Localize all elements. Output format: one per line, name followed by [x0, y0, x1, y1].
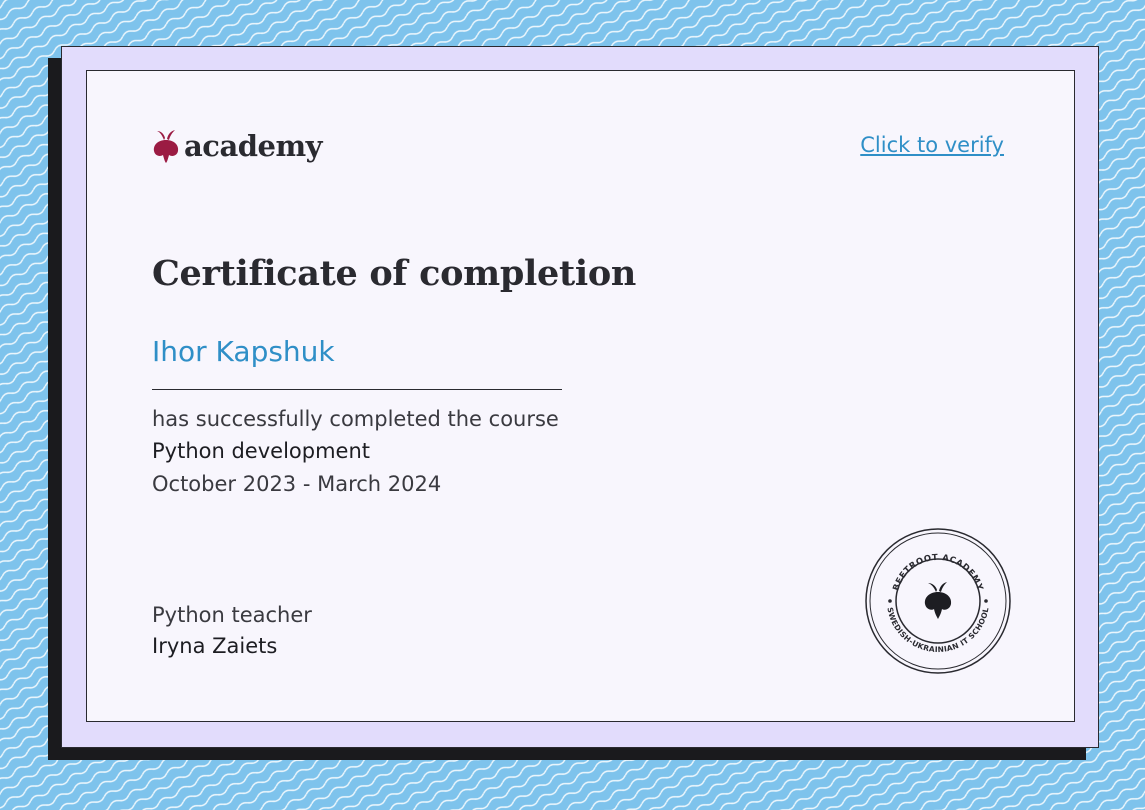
course-dates: October 2023 - March 2024 [152, 472, 442, 496]
academy-seal: BEETROOT ACADEMY SWEDISH-UKRAINIAN IT SC… [865, 528, 1011, 674]
seal-beetroot-icon [924, 582, 952, 619]
certificate-title: Certificate of completion [152, 253, 637, 294]
teacher-role: Python teacher [152, 603, 312, 627]
recipient-name: Ihor Kapshuk [152, 335, 335, 368]
certificate-frame: academy Click to verify Certificate of c… [61, 46, 1099, 748]
course-name: Python development [152, 439, 370, 463]
academy-logo: academy [152, 129, 323, 163]
completion-text: has successfully completed the course [152, 407, 559, 431]
beetroot-icon [153, 130, 179, 163]
certificate-body: academy Click to verify Certificate of c… [86, 70, 1075, 722]
teacher-name: Iryna Zaiets [152, 634, 278, 658]
logo-text: academy [184, 129, 323, 163]
verify-link[interactable]: Click to verify [860, 133, 1004, 157]
seal-top-text: BEETROOT ACADEMY [891, 553, 984, 592]
name-underline [152, 389, 562, 390]
